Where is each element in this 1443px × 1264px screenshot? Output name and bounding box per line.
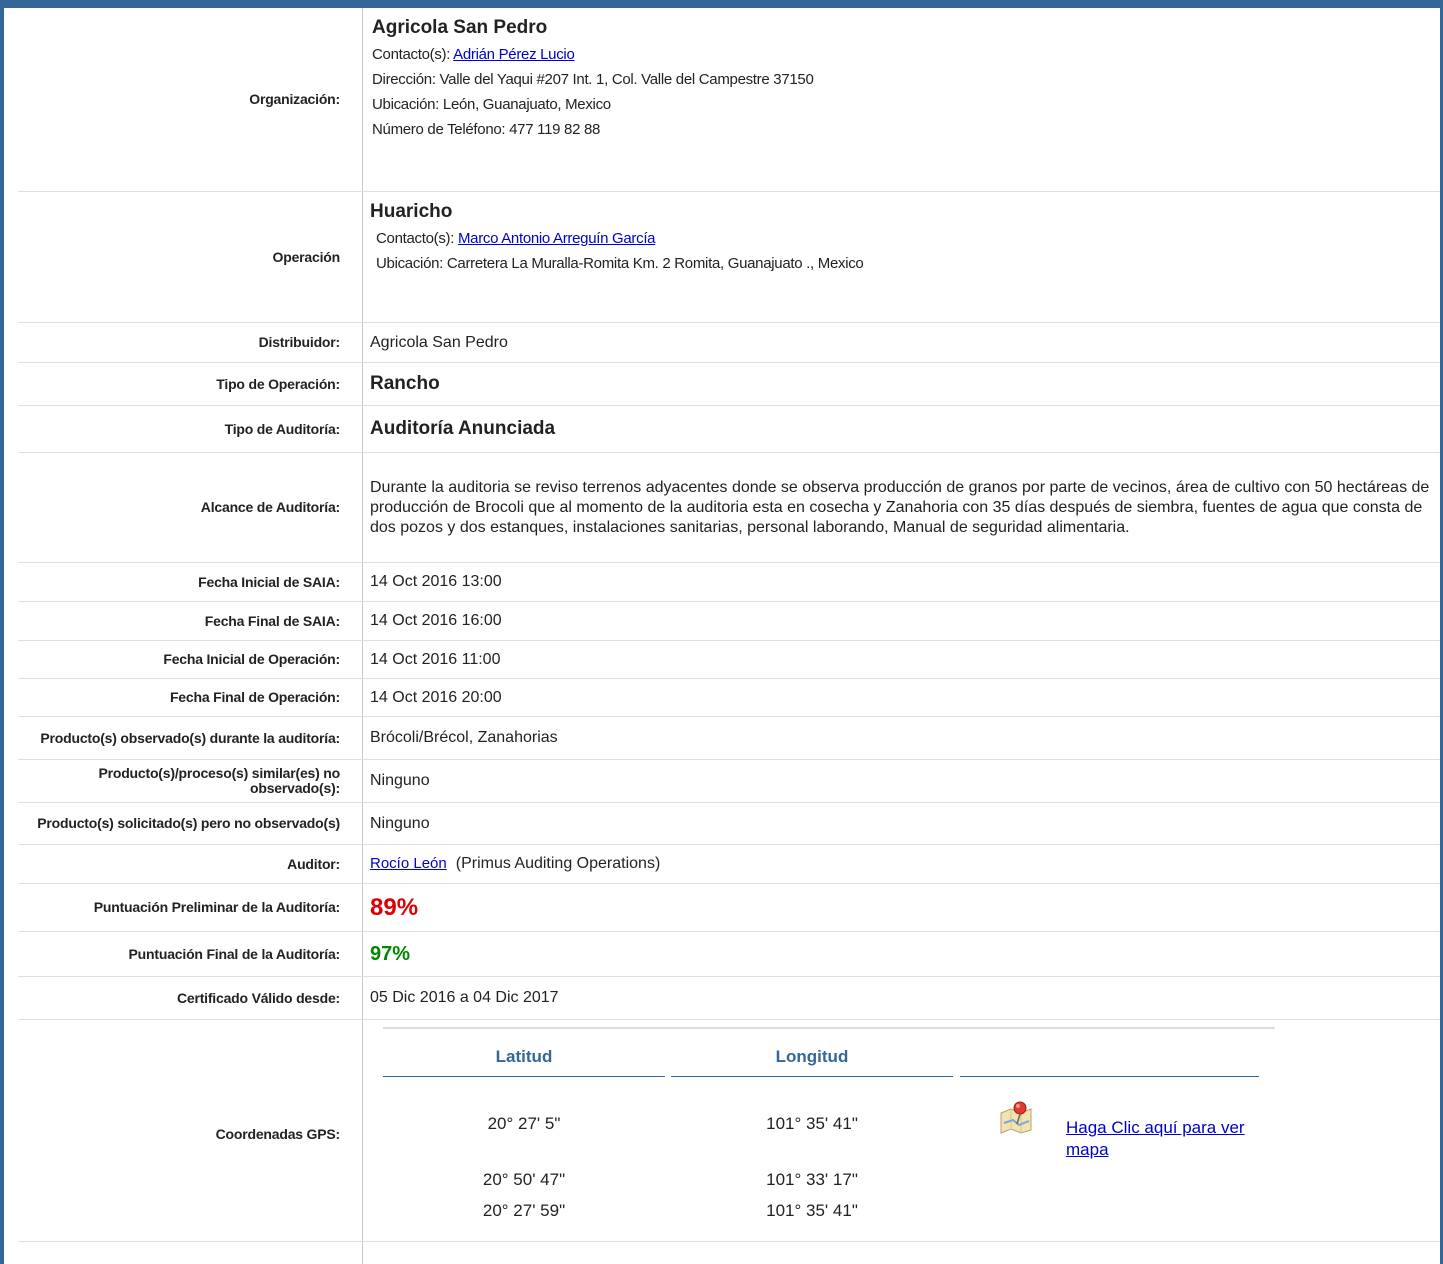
operation-label: Operación <box>272 248 341 265</box>
organization-phone: Número de Teléfono: 477 119 82 88 <box>372 121 601 138</box>
operation-location: Ubicación: Carretera La Muralla-Romita K… <box>376 255 864 272</box>
prelim-score-label: Puntuación Preliminar de la Auditoría: <box>93 899 340 915</box>
operation-info: Huaricho Contacto(s): Marco Antonio Arre… <box>362 192 1440 322</box>
auditor-label: Auditor: <box>287 855 340 872</box>
map-header-rule <box>960 1076 1259 1077</box>
distributor-label: Distribuidor: <box>258 334 341 350</box>
saia-start-value: 14 Oct 2016 13:00 <box>370 573 502 590</box>
products-observed-value: Brócoli/Brécol, Zanahorias <box>370 729 558 746</box>
contact-prefix: Contacto(s): <box>372 46 451 63</box>
operation-type-label: Tipo de Operación: <box>216 375 340 392</box>
map-pin-icon[interactable] <box>998 1099 1036 1135</box>
op-end-label: Fecha Final de Operación: <box>169 689 340 705</box>
operation-type-row: Tipo de Operación: Rancho <box>18 363 1440 406</box>
saia-start-label: Fecha Inicial de SAIA: <box>198 573 340 590</box>
organization-address: Dirección: Valle del Yaqui #207 Int. 1, … <box>372 71 814 88</box>
operation-contact: Contacto(s): Marco Antonio Arreguín Garc… <box>370 226 656 251</box>
operation-name: Huaricho <box>370 201 453 222</box>
final-score-value: 97% <box>370 943 411 965</box>
gps-label: Coordenadas GPS: <box>215 1126 341 1142</box>
latitude-header-rule <box>383 1076 665 1077</box>
auditor-value: Rocío León (Primus Auditing Operations) <box>362 845 1440 883</box>
organization-row: Organización: Agricola San Pedro Contact… <box>18 8 1440 192</box>
certificate-label: Certificado Válido desde: <box>176 989 340 1006</box>
view-map-link[interactable]: Haga Clic aquí para ver mapa <box>1066 1117 1266 1161</box>
similar-not-observed-label: Producto(s)/proceso(s) similar(es) no ob… <box>98 765 340 796</box>
gps-lat-2: 20° 50' 47" <box>482 1170 566 1189</box>
saia-end-row: Fecha Final de SAIA: 14 Oct 2016 16:00 <box>18 602 1440 641</box>
prelim-score-row: Puntuación Preliminar de la Auditoría: 8… <box>18 884 1440 932</box>
longitude-header: Longitud <box>775 1047 849 1066</box>
gps-lon-1: 101° 35' 41" <box>766 1114 858 1133</box>
gps-table: Latitud Longitud 20° 27' 5" 101° 35' 41"… <box>383 1027 1275 1244</box>
gps-lon-3: 101° 35' 41" <box>766 1201 858 1220</box>
saia-start-row: Fecha Inicial de SAIA: 14 Oct 2016 13:00 <box>18 563 1440 602</box>
distributor-value: Agricola San Pedro <box>370 333 508 351</box>
op-start-row: Fecha Inicial de Operación: 14 Oct 2016 … <box>18 641 1440 679</box>
organization-info: Agricola San Pedro Contacto(s): Adrián P… <box>362 8 1440 191</box>
requested-not-observed-value: Ninguno <box>370 814 430 832</box>
products-observed-label: Producto(s) observado(s) durante la audi… <box>40 729 340 746</box>
audit-scope-row: Alcance de Auditoría: Durante la auditor… <box>18 453 1440 563</box>
auditor-link[interactable]: Rocío León <box>370 854 447 874</box>
audit-scope-label: Alcance de Auditoría: <box>200 499 340 515</box>
distributor-row: Distribuidor: Agricola San Pedro <box>18 323 1440 363</box>
op-start-value: 14 Oct 2016 11:00 <box>370 650 501 668</box>
op-start-label: Fecha Inicial de Operación: <box>163 651 340 667</box>
certificate-row: Certificado Válido desde: 05 Dic 2016 a … <box>18 977 1440 1020</box>
final-score-label: Puntuación Final de la Auditoría: <box>128 945 341 962</box>
longitude-header-rule <box>671 1076 953 1077</box>
organization-contact: Contacto(s): Adrián Pérez Lucio <box>372 42 575 67</box>
requested-not-observed-row: Producto(s) solicitado(s) pero no observ… <box>18 803 1440 845</box>
op-end-row: Fecha Final de Operación: 14 Oct 2016 20… <box>18 679 1440 717</box>
gps-lat-1: 20° 27' 5" <box>487 1114 561 1133</box>
audit-type-value: Auditoría Anunciada <box>370 418 556 439</box>
saia-end-label: Fecha Final de SAIA: <box>204 612 340 629</box>
final-score-row: Puntuación Final de la Auditoría: 97% <box>18 932 1440 977</box>
similar-not-observed-value: Ninguno <box>370 772 430 789</box>
operation-contact-link[interactable]: Marco Antonio Arreguín García <box>458 230 656 247</box>
prelim-score-value: 89% <box>370 893 419 921</box>
latitude-header: Latitud <box>495 1047 553 1066</box>
organization-location: Ubicación: León, Guanajuato, Mexico <box>372 96 611 113</box>
products-observed-row: Producto(s) observado(s) durante la audi… <box>18 717 1440 760</box>
operation-type-value: Rancho <box>370 373 440 394</box>
organization-label: Organización: <box>249 91 340 107</box>
audit-type-row: Tipo de Auditoría: Auditoría Anunciada <box>18 406 1440 453</box>
op-end-value: 14 Oct 2016 20:00 <box>370 688 502 706</box>
organization-name: Agricola San Pedro <box>372 17 548 38</box>
auditor-row: Auditor: Rocío León (Primus Auditing Ope… <box>18 845 1440 884</box>
top-frame-bar <box>0 0 1443 8</box>
left-frame-border <box>0 0 4 1264</box>
organization-contact-link[interactable]: Adrián Pérez Lucio <box>453 46 575 63</box>
gps-lon-2: 101° 33' 17" <box>766 1170 858 1189</box>
contact-prefix: Contacto(s): <box>376 230 455 247</box>
gps-lat-3: 20° 27' 59" <box>482 1201 566 1220</box>
operation-row: Operación Huaricho Contacto(s): Marco An… <box>18 192 1440 323</box>
auditor-company: (Primus Auditing Operations) <box>455 855 661 872</box>
certificate-value: 05 Dic 2016 a 04 Dic 2017 <box>370 989 559 1006</box>
audit-type-label: Tipo de Auditoría: <box>224 420 341 437</box>
similar-not-observed-row: Producto(s)/proceso(s) similar(es) no ob… <box>18 760 1440 803</box>
audit-scope-value: Durante la auditoria se reviso terrenos … <box>370 478 1430 536</box>
saia-end-value: 14 Oct 2016 16:00 <box>370 612 502 629</box>
requested-not-observed-label: Producto(s) solicitado(s) pero no observ… <box>37 815 340 831</box>
